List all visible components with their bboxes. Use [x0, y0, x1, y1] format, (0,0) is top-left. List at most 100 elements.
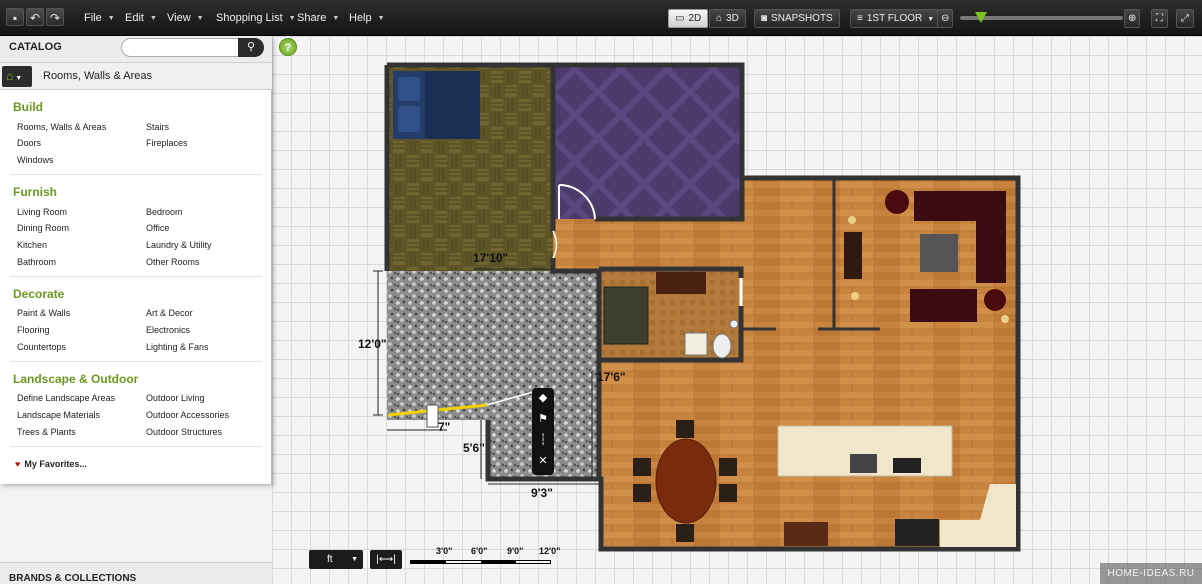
- catalog-link[interactable]: Other Rooms: [146, 257, 200, 267]
- side-table[interactable]: [885, 190, 909, 214]
- dimension-label-4[interactable]: 7": [438, 420, 450, 434]
- catalog-link[interactable]: Landscape Materials: [17, 410, 100, 420]
- brands-collections-bar[interactable]: BRANDS & COLLECTIONS: [0, 562, 272, 584]
- catalog-link[interactable]: Fireplaces: [146, 138, 188, 148]
- scale-label: 6'0": [471, 546, 488, 556]
- catalog-link[interactable]: Lighting & Fans: [146, 342, 209, 352]
- redo-icon[interactable]: ↷: [46, 8, 64, 26]
- scale-label: 12'0": [539, 546, 561, 556]
- catalog-link[interactable]: Office: [146, 223, 169, 233]
- catalog-link[interactable]: Outdoor Structures: [146, 427, 222, 437]
- dimension-label-2[interactable]: 12'0": [358, 337, 387, 351]
- fit-view-button[interactable]: ⤢: [1176, 9, 1194, 28]
- cooktop[interactable]: [850, 454, 877, 473]
- catalog-link[interactable]: Kitchen: [17, 240, 47, 250]
- catalog-link[interactable]: Outdoor Accessories: [146, 410, 229, 420]
- breadcrumb: ⌂ ▼ Rooms, Walls & Areas: [0, 63, 272, 90]
- save-icon[interactable]: ▪: [6, 8, 24, 26]
- view-3d-button[interactable]: ⌂ 3D: [709, 9, 746, 28]
- watermark: HOME-IDEAS.RU: [1100, 563, 1202, 584]
- catalog-link[interactable]: Paint & Walls: [17, 308, 70, 318]
- catalog-link[interactable]: Bedroom: [146, 207, 183, 217]
- cabinet[interactable]: [784, 522, 828, 546]
- paint-bucket-icon[interactable]: ◆: [532, 388, 554, 409]
- vanity[interactable]: [656, 272, 706, 294]
- catalog-link[interactable]: Trees & Plants: [17, 427, 76, 437]
- divider: [10, 361, 262, 362]
- delete-icon[interactable]: ✕: [532, 451, 554, 472]
- dimension-label-3[interactable]: 17'6": [597, 370, 626, 384]
- catalog-link[interactable]: Stairs: [146, 122, 169, 132]
- selection-toolbar: ◆ ⚑ ┆ ✕: [532, 388, 554, 475]
- catalog-link[interactable]: Bathroom: [17, 257, 56, 267]
- sofa-side[interactable]: [976, 191, 1006, 283]
- dimension-label-5[interactable]: 5'6": [463, 441, 485, 455]
- menu-shopping-list[interactable]: Shopping List ▼: [216, 0, 296, 36]
- bed[interactable]: [393, 71, 480, 139]
- catalog-link[interactable]: Windows: [17, 155, 54, 165]
- catalog-link[interactable]: Art & Decor: [146, 308, 193, 318]
- gravel-area[interactable]: [387, 271, 599, 420]
- sink[interactable]: [684, 332, 708, 356]
- scale-label: 3'0": [436, 546, 453, 556]
- resize-handle[interactable]: [426, 404, 439, 428]
- help-icon[interactable]: ?: [279, 38, 297, 56]
- purple-room-floor[interactable]: [553, 65, 742, 219]
- floorplan-drawing[interactable]: 17'10" 12'0" 17'6" 7" 5'6" 9'3": [272, 36, 1202, 584]
- zoom-slider-thumb[interactable]: [975, 12, 988, 23]
- armchair[interactable]: [910, 289, 977, 322]
- catalog-search: ⚲: [121, 38, 264, 57]
- catalog-link[interactable]: Outdoor Living: [146, 393, 205, 403]
- catalog-link[interactable]: Dining Room: [17, 223, 69, 233]
- dining-table[interactable]: [655, 438, 717, 524]
- coffee-table[interactable]: [920, 234, 958, 272]
- toilet[interactable]: [712, 333, 732, 359]
- divider: [10, 276, 262, 277]
- catalog-link[interactable]: Laundry & Utility: [146, 240, 212, 250]
- catalog-link[interactable]: Rooms, Walls & Areas: [17, 122, 106, 132]
- tv-stand[interactable]: [844, 232, 862, 279]
- measure-tool-button[interactable]: |⟷|: [370, 550, 402, 569]
- my-favorites-link[interactable]: ♥ My Favorites...: [15, 459, 87, 469]
- catalog-link[interactable]: Electronics: [146, 325, 190, 335]
- section-landscape-title: Landscape & Outdoor: [13, 372, 139, 386]
- floor-select[interactable]: ≡ 1ST FLOOR ▼: [850, 9, 942, 28]
- dimension-label-6[interactable]: 9'3": [531, 486, 553, 500]
- catalog-link[interactable]: Doors: [17, 138, 41, 148]
- section-build-title: Build: [13, 100, 43, 114]
- catalog-search-input[interactable]: [130, 41, 238, 54]
- catalog-link[interactable]: Define Landscape Areas: [17, 393, 115, 403]
- view-2d-button[interactable]: ▭ 2D: [668, 9, 709, 28]
- split-icon[interactable]: ┆: [532, 430, 554, 451]
- side-table-2[interactable]: [984, 289, 1006, 311]
- menu-view[interactable]: View ▼: [167, 0, 204, 36]
- menu-share[interactable]: Share ▼: [297, 0, 339, 36]
- range[interactable]: [895, 519, 939, 546]
- section-furnish-title: Furnish: [13, 185, 57, 199]
- island-sink[interactable]: [893, 458, 921, 473]
- fullscreen-button[interactable]: ⛶: [1151, 9, 1168, 28]
- shower[interactable]: [603, 286, 649, 345]
- zoom-in-button[interactable]: ⊕: [1124, 9, 1141, 28]
- zoom-out-icon: ⊖: [941, 13, 950, 24]
- fit-icon: ⤢: [1181, 13, 1189, 24]
- unit-select[interactable]: ft ▼: [309, 550, 363, 569]
- search-icon[interactable]: ⚲: [238, 38, 264, 57]
- catalog-link[interactable]: Flooring: [17, 325, 50, 335]
- home-icon[interactable]: ⌂ ▼: [2, 66, 32, 87]
- dimension-label-1[interactable]: 17'10": [473, 251, 508, 265]
- catalog-link[interactable]: Living Room: [17, 207, 67, 217]
- zoom-out-button[interactable]: ⊖: [937, 9, 954, 28]
- catalog-link[interactable]: Countertops: [17, 342, 66, 352]
- main-living-floor[interactable]: [553, 178, 1018, 549]
- divider: [10, 174, 262, 175]
- snapshots-button[interactable]: ◙ SNAPSHOTS: [754, 9, 840, 28]
- menu-edit[interactable]: Edit ▼: [125, 0, 157, 36]
- menu-file[interactable]: File ▼: [84, 0, 115, 36]
- floorplan-canvas[interactable]: 17'10" 12'0" 17'6" 7" 5'6" 9'3": [272, 36, 1202, 584]
- flag-icon[interactable]: ⚑: [532, 409, 554, 430]
- scale-label: 9'0": [507, 546, 524, 556]
- menu-help[interactable]: Help ▼: [349, 0, 385, 36]
- catalog-header: CATALOG ⚲: [0, 36, 272, 63]
- undo-icon[interactable]: ↶: [26, 8, 44, 26]
